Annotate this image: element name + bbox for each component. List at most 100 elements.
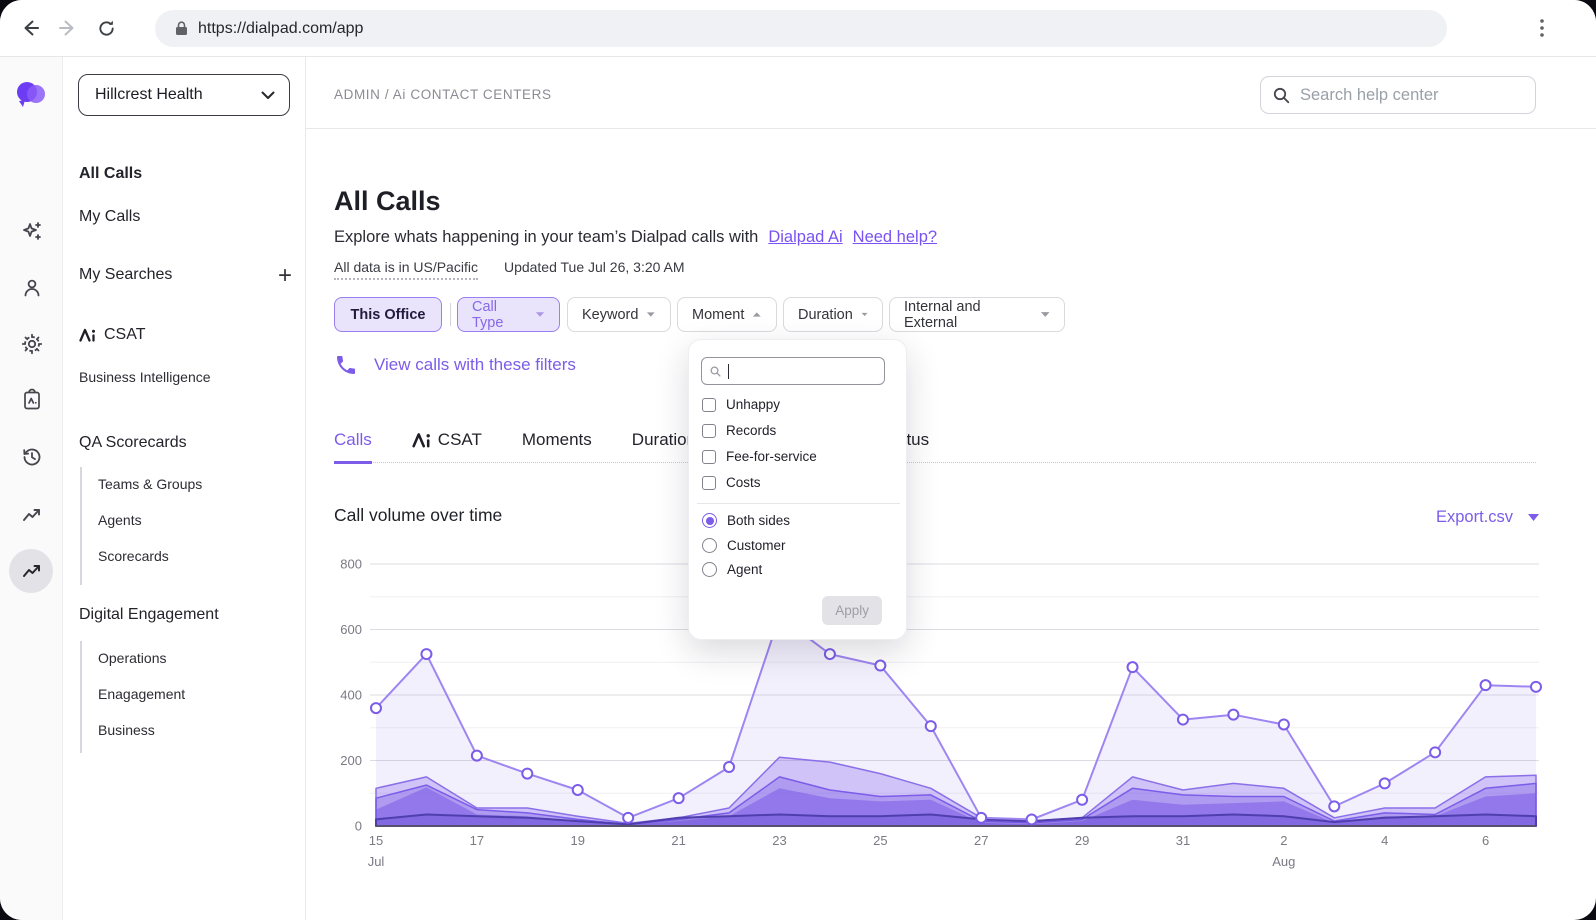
svg-text:6: 6	[1482, 833, 1489, 848]
svg-text:27: 27	[974, 833, 988, 848]
svg-text:15: 15	[369, 833, 383, 848]
checkbox-icon	[702, 424, 716, 438]
page-title: All Calls	[334, 186, 441, 217]
dialpad-ai-link[interactable]: Dialpad Ai	[768, 228, 842, 246]
add-search-icon[interactable]: +	[278, 267, 292, 285]
sidebar-item-business[interactable]: Business	[98, 722, 185, 738]
lock-icon	[175, 21, 188, 36]
timezone-note: All data is in US/Pacific	[334, 259, 478, 280]
svg-text:Aug: Aug	[1272, 854, 1295, 869]
need-help-link[interactable]: Need help?	[853, 228, 937, 246]
sidebar-item-all-calls[interactable]: All Calls	[79, 165, 142, 183]
chart-title: Call volume over time	[334, 505, 502, 526]
browser-chrome: https://dialpad.com/app	[0, 0, 1596, 57]
help-search-input[interactable]	[1300, 86, 1523, 105]
sidebar-item-qa-scorecards[interactable]: QA Scorecards	[79, 434, 187, 452]
filter-call-type[interactable]: Call Type	[457, 297, 560, 332]
search-icon	[710, 366, 721, 377]
checkbox-icon	[702, 450, 716, 464]
export-csv-button[interactable]: Export.csv	[1436, 508, 1540, 527]
radio-icon	[702, 562, 717, 577]
svg-text:25: 25	[873, 833, 887, 848]
sidebar-item-my-calls[interactable]: My Calls	[79, 208, 140, 226]
svg-text:31: 31	[1176, 833, 1190, 848]
text-cursor	[728, 364, 729, 379]
sidebar-item-business-intelligence[interactable]: Business Intelligence	[79, 369, 211, 385]
radio-customer[interactable]: Customer	[702, 538, 786, 553]
radio-selected-icon	[702, 513, 717, 528]
ai-glyph-icon	[79, 328, 96, 342]
history-icon[interactable]	[0, 437, 63, 477]
qa-scorecards-subgroup: Teams & Groups Agents Scorecards	[80, 467, 202, 585]
analytics-icon[interactable]	[0, 495, 63, 535]
sidebar-item-teams-groups[interactable]: Teams & Groups	[98, 476, 202, 492]
apply-button[interactable]: Apply	[822, 596, 882, 625]
sidebar-item-my-searches[interactable]: My Searches	[79, 266, 172, 284]
sidebar-item-scorecards[interactable]: Scorecards	[98, 548, 202, 564]
ai-sparkles-icon[interactable]	[0, 212, 63, 252]
org-name: Hillcrest Health	[95, 86, 203, 104]
sidebar-item-operations[interactable]: Operations	[98, 650, 185, 666]
ai-glyph-icon	[412, 432, 431, 448]
browser-menu-icon[interactable]	[1528, 14, 1556, 42]
header-divider	[306, 128, 1596, 129]
tab-bar: Calls CSAT Moments Durations Service lev…	[334, 428, 1536, 463]
chevron-down-icon	[261, 91, 275, 100]
forward-icon[interactable]	[54, 14, 82, 42]
svg-text:2: 2	[1280, 833, 1287, 848]
svg-text:0: 0	[355, 819, 362, 834]
svg-text:4: 4	[1381, 833, 1388, 848]
tab-moments[interactable]: Moments	[522, 428, 592, 462]
search-icon	[1273, 87, 1290, 104]
filter-duration[interactable]: Duration	[783, 297, 883, 332]
checkbox-icon	[702, 398, 716, 412]
chevron-down-icon	[861, 311, 868, 318]
radio-agent[interactable]: Agent	[702, 562, 762, 577]
chevron-down-icon	[1527, 513, 1540, 522]
view-calls-link[interactable]: View calls with these filters	[334, 353, 576, 377]
qa-clipboard-ai-icon[interactable]	[0, 380, 63, 420]
filter-keyword[interactable]: Keyword	[567, 297, 671, 332]
sidebar-item-engagement[interactable]: Enagagement	[98, 686, 185, 702]
checkbox-records[interactable]: Records	[702, 423, 776, 438]
svg-text:17: 17	[470, 833, 484, 848]
sidebar-item-csat[interactable]: CSAT	[79, 326, 145, 344]
back-icon[interactable]	[16, 14, 44, 42]
svg-text:400: 400	[340, 688, 362, 703]
chevron-down-icon	[646, 311, 656, 318]
tab-csat[interactable]: CSAT	[412, 428, 482, 462]
svg-text:29: 29	[1075, 833, 1089, 848]
analytics-active-icon[interactable]	[0, 551, 63, 591]
breadcrumb: ADMIN / Ai CONTACT CENTERS	[334, 87, 552, 102]
digital-engagement-subgroup: Operations Enagagement Business	[80, 641, 185, 753]
radio-icon	[702, 538, 717, 553]
url-bar[interactable]: https://dialpad.com/app	[155, 10, 1447, 47]
icon-rail	[0, 57, 63, 920]
filter-moment[interactable]: Moment	[677, 297, 777, 332]
url-text: https://dialpad.com/app	[198, 20, 363, 38]
call-volume-chart[interactable]: 0200400600800151719212325272931246JulAug	[334, 548, 1556, 893]
filter-this-office[interactable]: This Office	[334, 297, 442, 332]
filter-internal-external[interactable]: Internal and External	[889, 297, 1065, 332]
chevron-down-icon	[1040, 311, 1050, 318]
help-search[interactable]	[1260, 76, 1536, 114]
tab-calls[interactable]: Calls	[334, 428, 372, 464]
svg-text:Jul: Jul	[368, 854, 385, 869]
radio-both-sides[interactable]: Both sides	[702, 513, 790, 528]
dialpad-logo[interactable]	[13, 77, 49, 111]
sidebar-item-digital-engagement[interactable]: Digital Engagement	[79, 606, 219, 624]
checkbox-costs[interactable]: Costs	[702, 475, 761, 490]
sidebar-item-agents[interactable]: Agents	[98, 512, 202, 528]
popover-search-input[interactable]	[701, 357, 885, 385]
reload-icon[interactable]	[92, 14, 120, 42]
checkbox-fee-for-service[interactable]: Fee-for-service	[702, 449, 817, 464]
popover-divider	[697, 503, 900, 504]
moment-filter-popover: Unhappy Records Fee-for-service Costs Bo…	[688, 339, 907, 640]
settings-gear-icon[interactable]	[0, 324, 63, 364]
checkbox-unhappy[interactable]: Unhappy	[702, 397, 780, 412]
org-switcher[interactable]: Hillcrest Health	[78, 74, 290, 116]
chevron-up-icon	[752, 311, 762, 318]
contacts-icon[interactable]	[0, 268, 63, 308]
app-window: https://dialpad.com/app	[0, 0, 1596, 920]
checkbox-icon	[702, 476, 716, 490]
